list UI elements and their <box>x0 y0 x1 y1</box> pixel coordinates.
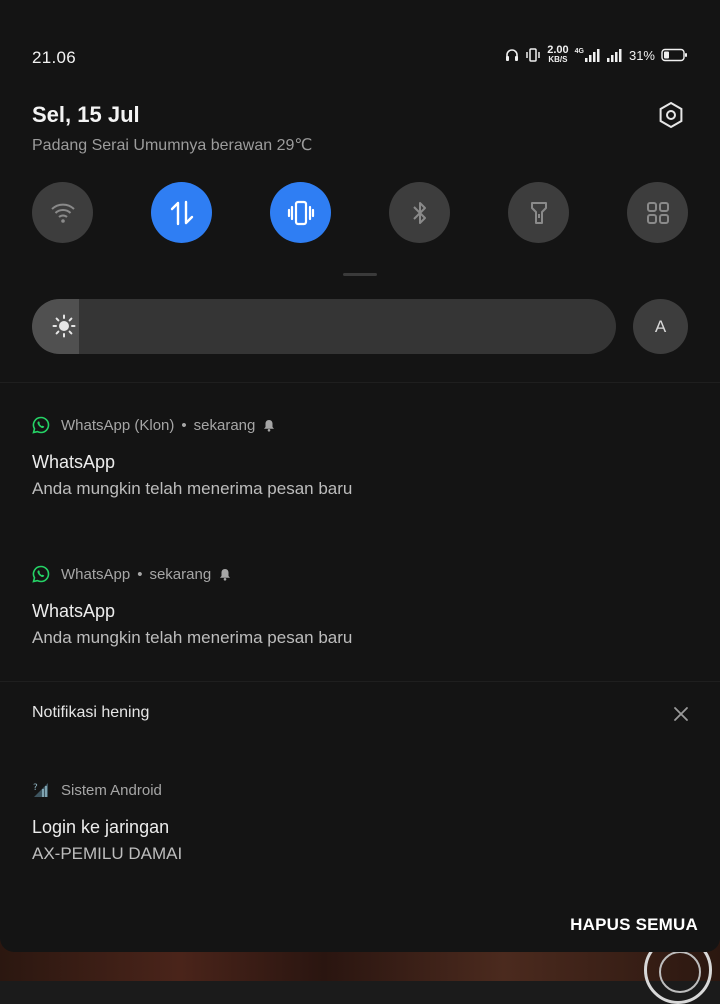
network-type: 4G <box>574 48 584 55</box>
vibrate-icon <box>287 200 314 225</box>
toggle-mobile-data[interactable] <box>151 182 212 243</box>
bluetooth-icon <box>412 201 426 224</box>
notification-time: sekarang <box>193 416 256 434</box>
brightness-slider[interactable] <box>32 299 616 354</box>
network-question-icon: ? <box>33 783 48 797</box>
toggle-bluetooth[interactable] <box>389 182 450 243</box>
brightness-icon <box>52 314 76 338</box>
data-arrows-icon <box>170 200 193 225</box>
notification-app-name: WhatsApp <box>61 565 131 583</box>
notification-app-name: WhatsApp (Klon) <box>61 416 175 434</box>
bell-icon <box>220 568 231 581</box>
close-icon[interactable] <box>673 706 689 722</box>
signal-2-icon <box>606 49 622 62</box>
speed-value: 2.00 <box>547 44 569 56</box>
notification-header: WhatsApp • sekarang <box>32 564 688 584</box>
toggle-vibrate[interactable] <box>270 182 331 243</box>
separator-dot: • <box>137 565 143 583</box>
battery-percent: 31% <box>628 47 655 63</box>
speed-unit: KB/S <box>548 55 568 64</box>
notification-whatsapp[interactable]: WhatsApp • sekarang WhatsApp Anda mungki… <box>32 564 688 648</box>
toggle-flashlight[interactable] <box>508 182 569 243</box>
svg-text:?: ? <box>33 783 38 793</box>
notification-title: WhatsApp <box>32 601 116 621</box>
notification-text: AX-PEMILU DAMAI <box>32 844 183 863</box>
weather-summary[interactable]: Padang Serai Umumnya berawan 29℃ <box>32 135 312 155</box>
whatsapp-icon <box>32 565 50 583</box>
notification-text: Anda mungkin telah menerima pesan baru <box>32 628 353 647</box>
silent-section-title: Notifikasi hening <box>32 704 150 721</box>
notification-title: WhatsApp <box>32 452 116 472</box>
grid-icon <box>646 201 669 224</box>
notification-time: sekarang <box>149 565 212 583</box>
status-icons: 2.00 KB/S 4G 31% <box>505 44 688 65</box>
notification-android-system[interactable]: ? Sistem Android Login ke jaringan AX-PE… <box>32 780 688 864</box>
notification-shade: 21.06 2.00 KB/S 4G 31% Sel, 15 Jul Padan… <box>0 0 720 952</box>
notification-app-name: Sistem Android <box>61 781 162 799</box>
whatsapp-icon <box>32 416 50 434</box>
notification-text: Anda mungkin telah menerima pesan baru <box>32 479 353 498</box>
status-time: 21.06 <box>32 48 77 67</box>
separator-dot: • <box>181 416 187 434</box>
section-divider <box>0 382 720 383</box>
vibrate-status-icon <box>526 48 540 62</box>
notification-title: Login ke jaringan <box>32 817 170 837</box>
section-divider <box>0 681 720 682</box>
bell-icon <box>264 419 275 432</box>
wifi-icon <box>50 203 75 223</box>
toggle-edit-tiles[interactable] <box>627 182 688 243</box>
auto-brightness-button[interactable]: A <box>633 299 688 354</box>
signal-icon <box>584 49 600 62</box>
quick-toggles <box>32 182 688 243</box>
settings-icon[interactable] <box>656 100 686 130</box>
network-speed: 2.00 KB/S <box>547 44 569 65</box>
toggle-wifi[interactable] <box>32 182 93 243</box>
notification-whatsapp-clone[interactable]: WhatsApp (Klon) • sekarang WhatsApp Anda… <box>32 415 688 499</box>
date-label: Sel, 15 Jul <box>32 102 140 127</box>
signal-4g: 4G <box>575 48 601 62</box>
clear-all-button[interactable]: HAPUS SEMUA <box>570 915 698 935</box>
flashlight-icon <box>530 201 547 224</box>
notification-header: WhatsApp (Klon) • sekarang <box>32 415 688 435</box>
battery-icon <box>661 48 687 62</box>
headphones-icon <box>506 49 519 61</box>
notification-header: ? Sistem Android <box>32 780 688 800</box>
expand-handle[interactable] <box>343 273 377 276</box>
